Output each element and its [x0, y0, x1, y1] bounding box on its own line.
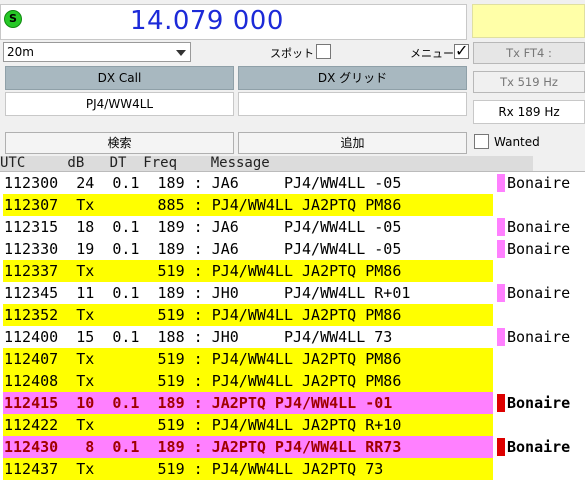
message-row[interactable]: 112415 10 0.1 189 : JA2PTQ PJ4/WW4LL -01… — [0, 392, 585, 414]
status-s-icon: S — [4, 10, 22, 28]
message-text: 112422 Tx 519 : PJ4/WW4LL JA2PTQ R+10 — [4, 416, 402, 434]
country-marker — [497, 328, 505, 346]
chevron-down-icon — [176, 50, 186, 56]
rx-frequency-field[interactable]: Rx 189 Hz — [473, 100, 585, 124]
country-marker — [497, 174, 505, 192]
add-button[interactable]: 追加 — [238, 132, 467, 154]
country-marker — [497, 438, 505, 456]
tx-mode-button[interactable]: Tx FT4 : — [473, 42, 585, 64]
message-row[interactable]: 112345 11 0.1 189 : JH0 PJ4/WW4LL R+01 Bo… — [0, 282, 585, 304]
menu-checkbox[interactable] — [454, 41, 469, 60]
dx-call-button[interactable]: DX Call — [5, 66, 234, 90]
band-select[interactable]: 20m — [3, 42, 191, 62]
country-label: Bonaire — [507, 174, 571, 192]
menu-label: メニュー — [410, 47, 454, 60]
message-row[interactable]: 112337 Tx 519 : PJ4/WW4LL JA2PTQ PM86 — [0, 260, 585, 282]
message-text: 112352 Tx 519 : PJ4/WW4LL JA2PTQ PM86 — [4, 306, 402, 324]
country-label: Bonaire — [507, 284, 571, 302]
header-spacer — [533, 156, 585, 171]
frequency-readout: 14.079 000 — [130, 6, 284, 36]
message-text: 112345 11 0.1 189 : JH0 PJ4/WW4LL R+01 — [4, 284, 411, 302]
message-row[interactable]: 112430 8 0.1 189 : JA2PTQ PJ4/WW4LL RR73… — [0, 436, 585, 458]
message-text: 112315 18 0.1 189 : JA6 PJ4/WW4LL -05 — [4, 218, 402, 236]
message-text: 112415 10 0.1 189 : JA2PTQ PJ4/WW4LL -01 — [4, 394, 393, 412]
message-row[interactable]: 112437 Tx 519 : PJ4/WW4LL JA2PTQ 73 — [0, 458, 585, 480]
dx-grid-button[interactable]: DX グリッド — [238, 66, 467, 90]
message-row[interactable]: 112422 Tx 519 : PJ4/WW4LL JA2PTQ R+10 — [0, 414, 585, 436]
dx-call-input[interactable]: PJ4/WW4LL — [5, 92, 234, 116]
message-row[interactable]: 112300 24 0.1 189 : JA6 PJ4/WW4LL -05 Bon… — [0, 172, 585, 194]
message-text: 112408 Tx 519 : PJ4/WW4LL JA2PTQ PM86 — [4, 372, 402, 390]
message-text: 112307 Tx 885 : PJ4/WW4LL JA2PTQ PM86 — [4, 196, 402, 214]
country-marker — [497, 394, 505, 412]
message-text: 112300 24 0.1 189 : JA6 PJ4/WW4LL -05 — [4, 174, 402, 192]
message-text: 112430 8 0.1 189 : JA2PTQ PJ4/WW4LL RR73 — [4, 438, 402, 456]
dx-grid-input[interactable] — [238, 92, 467, 116]
band-select-value: 20m — [7, 45, 34, 59]
country-label: Bonaire — [507, 438, 571, 456]
message-text: 112407 Tx 519 : PJ4/WW4LL JA2PTQ PM86 — [4, 350, 402, 368]
search-button[interactable]: 検索 — [5, 132, 234, 154]
country-marker — [497, 284, 505, 302]
message-row[interactable]: 112400 15 0.1 188 : JH0 PJ4/WW4LL 73 Bona… — [0, 326, 585, 348]
message-row[interactable]: 112352 Tx 519 : PJ4/WW4LL JA2PTQ PM86 — [0, 304, 585, 326]
country-marker — [497, 240, 505, 258]
message-text: 112437 Tx 519 : PJ4/WW4LL JA2PTQ 73 — [4, 460, 384, 478]
message-grid[interactable]: 112300 24 0.1 189 : JA6 PJ4/WW4LL -05 Bon… — [0, 171, 585, 480]
message-row[interactable]: 112408 Tx 519 : PJ4/WW4LL JA2PTQ PM86 — [0, 370, 585, 392]
country-label: Bonaire — [507, 394, 571, 412]
spot-label: スポット — [270, 47, 314, 60]
message-row[interactable]: 112315 18 0.1 189 : JA6 PJ4/WW4LL -05 Bon… — [0, 216, 585, 238]
spot-checkbox[interactable] — [316, 44, 331, 59]
wanted-label: Wanted — [494, 135, 540, 149]
country-label: Bonaire — [507, 218, 571, 236]
message-grid-header: UTC dB DT Freq Message — [0, 156, 533, 171]
message-row[interactable]: 112330 19 0.1 189 : JA6 PJ4/WW4LL -05 Bon… — [0, 238, 585, 260]
message-text: 112400 15 0.1 188 : JH0 PJ4/WW4LL 73 — [4, 328, 393, 346]
country-label: Bonaire — [507, 328, 571, 346]
country-label: Bonaire — [507, 240, 571, 258]
message-text: 112337 Tx 519 : PJ4/WW4LL JA2PTQ PM86 — [4, 262, 402, 280]
status-indicator-box — [472, 4, 585, 38]
message-row[interactable]: 112407 Tx 519 : PJ4/WW4LL JA2PTQ PM86 — [0, 348, 585, 370]
message-text: 112330 19 0.1 189 : JA6 PJ4/WW4LL -05 — [4, 240, 402, 258]
message-row[interactable]: 112307 Tx 885 : PJ4/WW4LL JA2PTQ PM86 — [0, 194, 585, 216]
wanted-checkbox[interactable] — [474, 134, 489, 149]
tx-frequency-field[interactable]: Tx 519 Hz — [473, 71, 585, 93]
country-marker — [497, 218, 505, 236]
